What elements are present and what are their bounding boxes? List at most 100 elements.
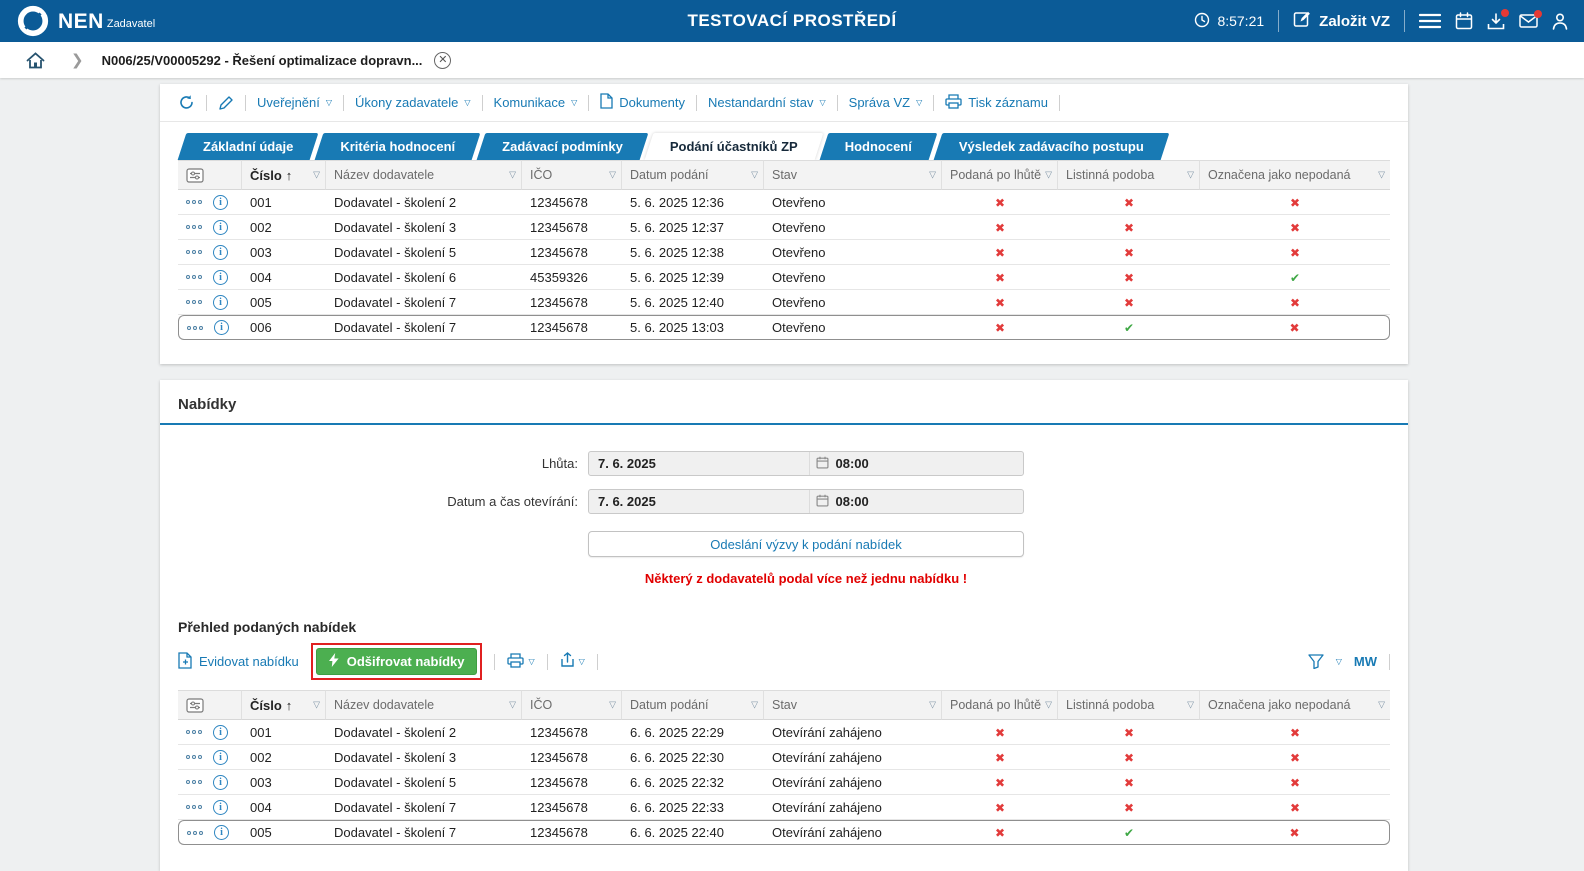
filter-icon[interactable]: ▽ [609, 170, 616, 181]
menu-tisk-zaznamu[interactable]: Tisk záznamu [945, 93, 1048, 112]
tab-podani-ucastniku-zp[interactable]: Podání účastníků ZP [649, 133, 819, 160]
row-menu-icon[interactable] [186, 730, 204, 734]
filter-icon[interactable]: ▽ [1187, 700, 1194, 711]
row-info-icon[interactable]: i [213, 219, 228, 235]
messages-icon[interactable] [1519, 10, 1542, 28]
table-row[interactable]: i 005 Dodavatel - školení 7 12345678 5. 6. 2… [178, 290, 1390, 315]
table-row[interactable]: i 003 Dodavatel - školení 5 12345678 5. 6. 2… [178, 240, 1390, 265]
row-info-icon[interactable]: i [213, 294, 228, 310]
menu-ukony-zadavatele[interactable]: Úkony zadavatele ▽ [355, 95, 471, 110]
filter-icon[interactable]: ▽ [313, 170, 320, 181]
row-info-icon[interactable]: i [213, 799, 228, 815]
row-menu-icon[interactable] [187, 325, 205, 330]
filter-icon[interactable]: ▽ [1187, 170, 1194, 181]
history-icon[interactable] [178, 94, 195, 111]
nen-logo-icon[interactable] [16, 4, 50, 38]
table-row[interactable]: i 002 Dodavatel - školení 3 12345678 6. 6. 2… [178, 745, 1390, 770]
table-row[interactable]: i 001 Dodavatel - školení 2 12345678 5. 6. 2… [178, 190, 1390, 215]
tab-zakladni-udaje[interactable]: Základní údaje [182, 133, 314, 160]
row-menu-icon[interactable] [186, 200, 204, 204]
document-icon [600, 93, 613, 112]
column-settings-icon[interactable] [186, 697, 225, 713]
send-invitation-button[interactable]: Odeslání výzvy k podání nabídek [588, 531, 1024, 557]
mw-link[interactable]: MW [1354, 654, 1377, 669]
filter-icon[interactable]: ▽ [1378, 700, 1385, 711]
row-menu-icon[interactable] [186, 780, 204, 784]
row-menu-icon[interactable] [187, 830, 205, 835]
user-icon[interactable] [1552, 12, 1568, 30]
opening-date-input[interactable]: 7. 6. 2025 [589, 490, 809, 513]
row-menu-icon[interactable] [186, 275, 204, 279]
row-info-icon[interactable]: i [213, 774, 228, 790]
cell-marked-not-submitted: ✔ [1200, 265, 1390, 290]
calendar-icon[interactable] [1455, 12, 1473, 30]
opening-time-input[interactable]: 08:00 [808, 490, 1024, 513]
dropdown-icon[interactable]: ▽ [579, 657, 585, 666]
breadcrumb-record[interactable]: N006/25/V00005292 - Řešení optimalizace … [102, 53, 423, 68]
row-menu-icon[interactable] [186, 225, 204, 229]
tab-zadavaci-podminky[interactable]: Zadávací podmínky [481, 133, 644, 160]
filter-funnel-icon[interactable] [1308, 654, 1324, 669]
table-row[interactable]: i 006 Dodavatel - školení 7 12345678 5. 6. 2… [178, 315, 1390, 340]
decrypt-offers-button[interactable]: Odšifrovat nabídky [315, 648, 478, 675]
table-row[interactable]: i 004 Dodavatel - školení 7 12345678 6. 6. 2… [178, 795, 1390, 820]
create-vz-button[interactable]: Založit VZ [1293, 10, 1390, 32]
dropdown-icon[interactable]: ▽ [1336, 657, 1342, 666]
print-icon[interactable] [507, 652, 525, 671]
home-icon[interactable] [26, 51, 45, 69]
filter-icon[interactable]: ▽ [1045, 700, 1052, 711]
cell-ico: 45359326 [522, 265, 622, 290]
row-menu-icon[interactable] [186, 250, 204, 254]
row-info-icon[interactable]: i [214, 320, 229, 335]
filter-icon[interactable]: ▽ [751, 700, 758, 711]
cell-date-submitted: 5. 6. 2025 12:37 [622, 215, 764, 240]
filter-icon[interactable]: ▽ [609, 700, 616, 711]
table-row[interactable]: i 001 Dodavatel - školení 2 12345678 6. 6. 2… [178, 720, 1390, 745]
row-info-icon[interactable]: i [213, 194, 228, 210]
calendar-small-icon[interactable] [816, 494, 829, 510]
export-icon[interactable] [560, 652, 575, 671]
filter-icon[interactable]: ▽ [1378, 170, 1385, 181]
row-menu-icon[interactable] [186, 805, 204, 809]
column-settings-icon[interactable] [186, 167, 225, 183]
sort-asc-icon[interactable]: ↑ [286, 698, 293, 713]
row-info-icon[interactable]: i [213, 749, 228, 765]
dropdown-icon[interactable]: ▽ [528, 657, 534, 666]
filter-icon[interactable]: ▽ [313, 700, 320, 711]
register-offer-button[interactable]: Evidovat nabídku [178, 651, 299, 672]
menu-komunikace[interactable]: Komunikace ▽ [494, 95, 578, 110]
filter-icon[interactable]: ▽ [1045, 170, 1052, 181]
row-info-icon[interactable]: i [213, 244, 228, 260]
menu-uverejneni[interactable]: Uveřejnění ▽ [257, 95, 332, 110]
menu-sprava-vz[interactable]: Správa VZ ▽ [849, 95, 923, 110]
row-info-icon[interactable]: i [214, 825, 229, 840]
menu-nestandardni-stav[interactable]: Nestandardní stav ▽ [708, 95, 826, 110]
filter-icon[interactable]: ▽ [509, 700, 516, 711]
filter-icon[interactable]: ▽ [509, 170, 516, 181]
close-record-icon[interactable]: ✕ [434, 51, 452, 69]
tab-kriteria-hodnoceni[interactable]: Kritéria hodnocení [319, 133, 476, 160]
cell-supplier: Dodavatel - školení 7 [326, 315, 522, 340]
menu-icon[interactable] [1419, 13, 1441, 29]
table-row[interactable]: i 005 Dodavatel - školení 7 12345678 6. 6. 2… [178, 820, 1390, 845]
calendar-small-icon[interactable] [816, 456, 829, 472]
row-info-icon[interactable]: i [213, 724, 228, 740]
cell-number: 004 [242, 265, 326, 290]
menu-dokumenty[interactable]: Dokumenty [600, 93, 685, 112]
row-menu-icon[interactable] [186, 755, 204, 759]
row-info-icon[interactable]: i [213, 269, 228, 285]
tab-hodnoceni[interactable]: Hodnocení [824, 133, 933, 160]
tab-vysledek-zadavaciho-postupu[interactable]: Výsledek zadávacího postupu [938, 133, 1165, 160]
filter-icon[interactable]: ▽ [929, 700, 936, 711]
table-row[interactable]: i 004 Dodavatel - školení 6 45359326 5. 6. 2… [178, 265, 1390, 290]
table-row[interactable]: i 002 Dodavatel - školení 3 12345678 5. 6. 2… [178, 215, 1390, 240]
row-menu-icon[interactable] [186, 300, 204, 304]
table-row[interactable]: i 003 Dodavatel - školení 5 12345678 6. 6. 2… [178, 770, 1390, 795]
deadline-time-input[interactable]: 08:00 [808, 452, 1024, 475]
deadline-date-input[interactable]: 7. 6. 2025 [589, 452, 809, 475]
edit-pencil-icon[interactable] [218, 95, 234, 111]
filter-icon[interactable]: ▽ [751, 170, 758, 181]
filter-icon[interactable]: ▽ [929, 170, 936, 181]
downloads-icon[interactable] [1487, 8, 1509, 30]
sort-asc-icon[interactable]: ↑ [286, 168, 293, 183]
